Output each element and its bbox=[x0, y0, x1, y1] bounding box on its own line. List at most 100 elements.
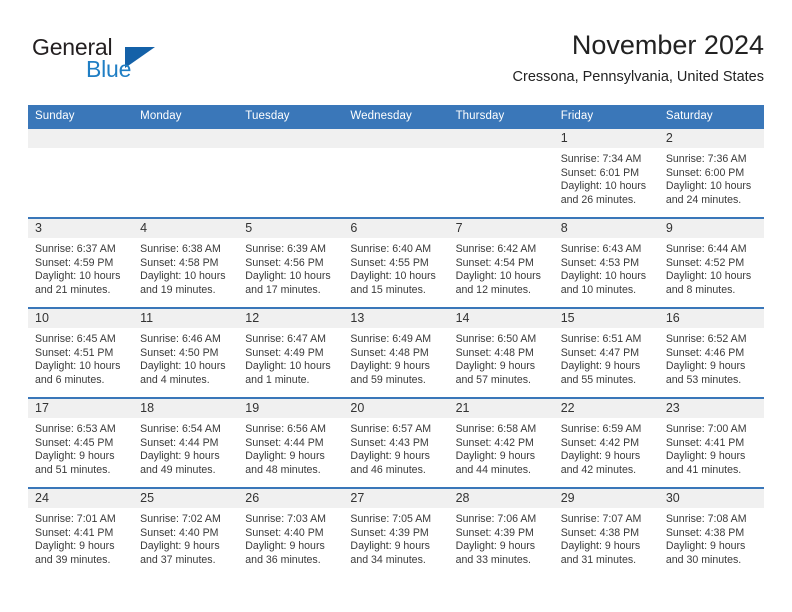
day-number: 11 bbox=[133, 309, 239, 328]
sunset-time: Sunset: 4:55 PM bbox=[350, 256, 429, 269]
calendar-day-cell-empty bbox=[133, 128, 239, 218]
day-details: Sunrise: 6:51 AM Sunset: 4:47 PM Daylight:… bbox=[554, 328, 659, 387]
calendar-day-cell[interactable]: 5 Sunrise: 6:39 AM Sunset: 4:56 PM Daylight… bbox=[238, 218, 344, 308]
daylight-duration-line2: and 17 minutes. bbox=[245, 283, 321, 296]
daylight-duration-line2: and 49 minutes. bbox=[140, 463, 216, 476]
day-details: Sunrise: 6:56 AM Sunset: 4:44 PM Daylight:… bbox=[238, 418, 343, 477]
calendar-day-cell[interactable]: 25 Sunrise: 7:02 AM Sunset: 4:40 PM Dayligh… bbox=[133, 488, 239, 577]
day-details: Sunrise: 6:49 AM Sunset: 4:48 PM Daylight:… bbox=[343, 328, 448, 387]
brand-logo[interactable]: General Blue bbox=[28, 34, 238, 88]
day-number: 24 bbox=[28, 489, 134, 508]
day-details: Sunrise: 6:37 AM Sunset: 4:59 PM Daylight:… bbox=[28, 238, 133, 297]
sunset-time: Sunset: 6:01 PM bbox=[560, 166, 640, 179]
daylight-duration-line1: Daylight: 10 hours bbox=[665, 180, 752, 193]
weekday-header-wednesday: Wednesday bbox=[343, 105, 449, 128]
calendar-day-cell[interactable]: 19 Sunrise: 6:56 AM Sunset: 4:44 PM Dayligh… bbox=[238, 398, 344, 488]
calendar-day-cell[interactable]: 27 Sunrise: 7:05 AM Sunset: 4:39 PM Dayligh… bbox=[343, 488, 449, 577]
daylight-duration-line1: Daylight: 9 hours bbox=[455, 360, 536, 373]
sunrise-time: Sunrise: 7:03 AM bbox=[245, 513, 326, 525]
day-number: 23 bbox=[658, 399, 764, 418]
daylight-duration-line1: Daylight: 9 hours bbox=[140, 540, 220, 553]
calendar-day-cell[interactable]: 26 Sunrise: 7:03 AM Sunset: 4:40 PM Dayligh… bbox=[238, 488, 344, 577]
sunrise-time: Sunrise: 7:34 AM bbox=[560, 153, 642, 165]
calendar-day-cell[interactable]: 8 Sunrise: 6:43 AM Sunset: 4:53 PM Daylight… bbox=[553, 218, 659, 308]
calendar-week-row: 17 Sunrise: 6:53 AM Sunset: 4:45 PM Dayligh… bbox=[28, 398, 764, 488]
daylight-duration-line1: Daylight: 9 hours bbox=[560, 450, 641, 463]
calendar-day-cell[interactable]: 22 Sunrise: 6:59 AM Sunset: 4:42 PM Dayligh… bbox=[553, 398, 659, 488]
sunrise-time: Sunrise: 7:36 AM bbox=[665, 153, 747, 165]
day-number: 1 bbox=[553, 129, 659, 148]
calendar-day-cell[interactable]: 6 Sunrise: 6:40 AM Sunset: 4:55 PM Daylight… bbox=[343, 218, 449, 308]
sunset-time: Sunset: 4:46 PM bbox=[665, 346, 745, 359]
page-header: General Blue November 2024 Cressona, Pen… bbox=[28, 28, 764, 96]
calendar-day-cell[interactable]: 30 Sunrise: 7:08 AM Sunset: 4:38 PM Dayligh… bbox=[658, 488, 764, 577]
calendar-container: Sunday Monday Tuesday Wednesday Thursday… bbox=[28, 105, 764, 577]
calendar-day-cell[interactable]: 2 Sunrise: 7:36 AM Sunset: 6:00 PM Daylight… bbox=[658, 128, 764, 218]
calendar-day-cell[interactable]: 14 Sunrise: 6:50 AM Sunset: 4:48 PM Dayligh… bbox=[448, 308, 554, 398]
calendar-day-cell[interactable]: 9 Sunrise: 6:44 AM Sunset: 4:52 PM Daylight… bbox=[658, 218, 764, 308]
calendar-day-cell[interactable]: 12 Sunrise: 6:47 AM Sunset: 4:49 PM Dayligh… bbox=[238, 308, 344, 398]
day-number: 8 bbox=[553, 219, 659, 238]
daylight-duration-line2: and 30 minutes. bbox=[665, 553, 742, 566]
day-number: 27 bbox=[343, 489, 449, 508]
sunset-time: Sunset: 4:38 PM bbox=[560, 526, 640, 539]
sunset-time: Sunset: 4:49 PM bbox=[245, 346, 324, 359]
daylight-duration-line1: Daylight: 9 hours bbox=[560, 360, 641, 373]
sunrise-time: Sunrise: 6:54 AM bbox=[140, 423, 221, 435]
sunrise-time: Sunrise: 6:44 AM bbox=[665, 243, 747, 255]
day-details: Sunrise: 7:05 AM Sunset: 4:39 PM Daylight:… bbox=[343, 508, 448, 567]
daylight-duration-line2: and 34 minutes. bbox=[350, 553, 426, 566]
day-number: 10 bbox=[28, 309, 134, 328]
daylight-duration-line1: Daylight: 9 hours bbox=[665, 360, 746, 373]
day-number: 28 bbox=[448, 489, 554, 508]
calendar-day-cell[interactable]: 18 Sunrise: 6:54 AM Sunset: 4:44 PM Dayligh… bbox=[133, 398, 239, 488]
calendar-day-cell[interactable]: 24 Sunrise: 7:01 AM Sunset: 4:41 PM Dayligh… bbox=[28, 488, 134, 577]
sunrise-time: Sunrise: 6:57 AM bbox=[350, 423, 432, 435]
calendar-day-cell[interactable]: 1 Sunrise: 7:34 AM Sunset: 6:01 PM Daylight… bbox=[553, 128, 659, 218]
day-number: 7 bbox=[448, 219, 554, 238]
sunset-time: Sunset: 4:51 PM bbox=[35, 346, 114, 359]
daylight-duration-line1: Daylight: 9 hours bbox=[35, 540, 115, 553]
calendar-day-cell[interactable]: 4 Sunrise: 6:38 AM Sunset: 4:58 PM Daylight… bbox=[133, 218, 239, 308]
calendar-day-cell[interactable]: 28 Sunrise: 7:06 AM Sunset: 4:39 PM Dayligh… bbox=[448, 488, 554, 577]
daylight-duration-line2: and 24 minutes. bbox=[665, 193, 742, 206]
sunrise-time: Sunrise: 6:46 AM bbox=[140, 333, 221, 345]
sunset-time: Sunset: 4:39 PM bbox=[455, 526, 534, 539]
calendar-day-cell[interactable]: 29 Sunrise: 7:07 AM Sunset: 4:38 PM Dayligh… bbox=[553, 488, 659, 577]
calendar-week-row: 3 Sunrise: 6:37 AM Sunset: 4:59 PM Daylight… bbox=[28, 218, 764, 308]
daylight-duration-line2: and 15 minutes. bbox=[350, 283, 426, 296]
calendar-day-cell[interactable]: 20 Sunrise: 6:57 AM Sunset: 4:43 PM Dayligh… bbox=[343, 398, 449, 488]
calendar-day-cell[interactable]: 15 Sunrise: 6:51 AM Sunset: 4:47 PM Dayligh… bbox=[553, 308, 659, 398]
calendar-day-cell[interactable]: 13 Sunrise: 6:49 AM Sunset: 4:48 PM Dayligh… bbox=[343, 308, 449, 398]
calendar-day-cell[interactable]: 21 Sunrise: 6:58 AM Sunset: 4:42 PM Dayligh… bbox=[448, 398, 554, 488]
page-subtitle: Cressona, Pennsylvania, United States bbox=[512, 69, 764, 85]
sunset-time: Sunset: 4:44 PM bbox=[140, 436, 219, 449]
sunset-time: Sunset: 4:39 PM bbox=[350, 526, 429, 539]
daylight-duration-line1: Daylight: 10 hours bbox=[665, 270, 752, 283]
day-details: Sunrise: 7:08 AM Sunset: 4:38 PM Daylight:… bbox=[659, 508, 764, 567]
calendar-week-row: 24 Sunrise: 7:01 AM Sunset: 4:41 PM Dayligh… bbox=[28, 488, 764, 577]
calendar-day-cell[interactable]: 10 Sunrise: 6:45 AM Sunset: 4:51 PM Dayligh… bbox=[28, 308, 134, 398]
daylight-duration-line1: Daylight: 10 hours bbox=[140, 270, 226, 283]
calendar-day-cell[interactable]: 7 Sunrise: 6:42 AM Sunset: 4:54 PM Daylight… bbox=[448, 218, 554, 308]
sunset-time: Sunset: 4:48 PM bbox=[455, 346, 534, 359]
daylight-duration-line1: Daylight: 10 hours bbox=[35, 360, 121, 373]
title-block: November 2024 Cressona, Pennsylvania, Un… bbox=[513, 28, 764, 88]
day-number bbox=[448, 129, 554, 148]
daylight-duration-line1: Daylight: 9 hours bbox=[350, 360, 430, 373]
calendar-day-cell[interactable]: 16 Sunrise: 6:52 AM Sunset: 4:46 PM Dayligh… bbox=[658, 308, 764, 398]
calendar-day-cell[interactable]: 17 Sunrise: 6:53 AM Sunset: 4:45 PM Dayligh… bbox=[28, 398, 134, 488]
day-details: Sunrise: 7:00 AM Sunset: 4:41 PM Daylight:… bbox=[659, 418, 764, 477]
sunrise-time: Sunrise: 6:59 AM bbox=[560, 423, 642, 435]
day-number: 17 bbox=[28, 399, 134, 418]
calendar-day-cell[interactable]: 23 Sunrise: 7:00 AM Sunset: 4:41 PM Dayligh… bbox=[658, 398, 764, 488]
day-details: Sunrise: 6:59 AM Sunset: 4:42 PM Daylight:… bbox=[554, 418, 659, 477]
day-number: 21 bbox=[448, 399, 554, 418]
sunrise-time: Sunrise: 7:02 AM bbox=[140, 513, 221, 525]
weekday-header-thursday: Thursday bbox=[448, 105, 554, 128]
sunrise-time: Sunrise: 6:58 AM bbox=[455, 423, 537, 435]
calendar-day-cell[interactable]: 11 Sunrise: 6:46 AM Sunset: 4:50 PM Dayligh… bbox=[133, 308, 239, 398]
calendar-day-cell[interactable]: 3 Sunrise: 6:37 AM Sunset: 4:59 PM Daylight… bbox=[28, 218, 134, 308]
sunrise-time: Sunrise: 6:39 AM bbox=[245, 243, 326, 255]
sunrise-time: Sunrise: 6:38 AM bbox=[140, 243, 221, 255]
